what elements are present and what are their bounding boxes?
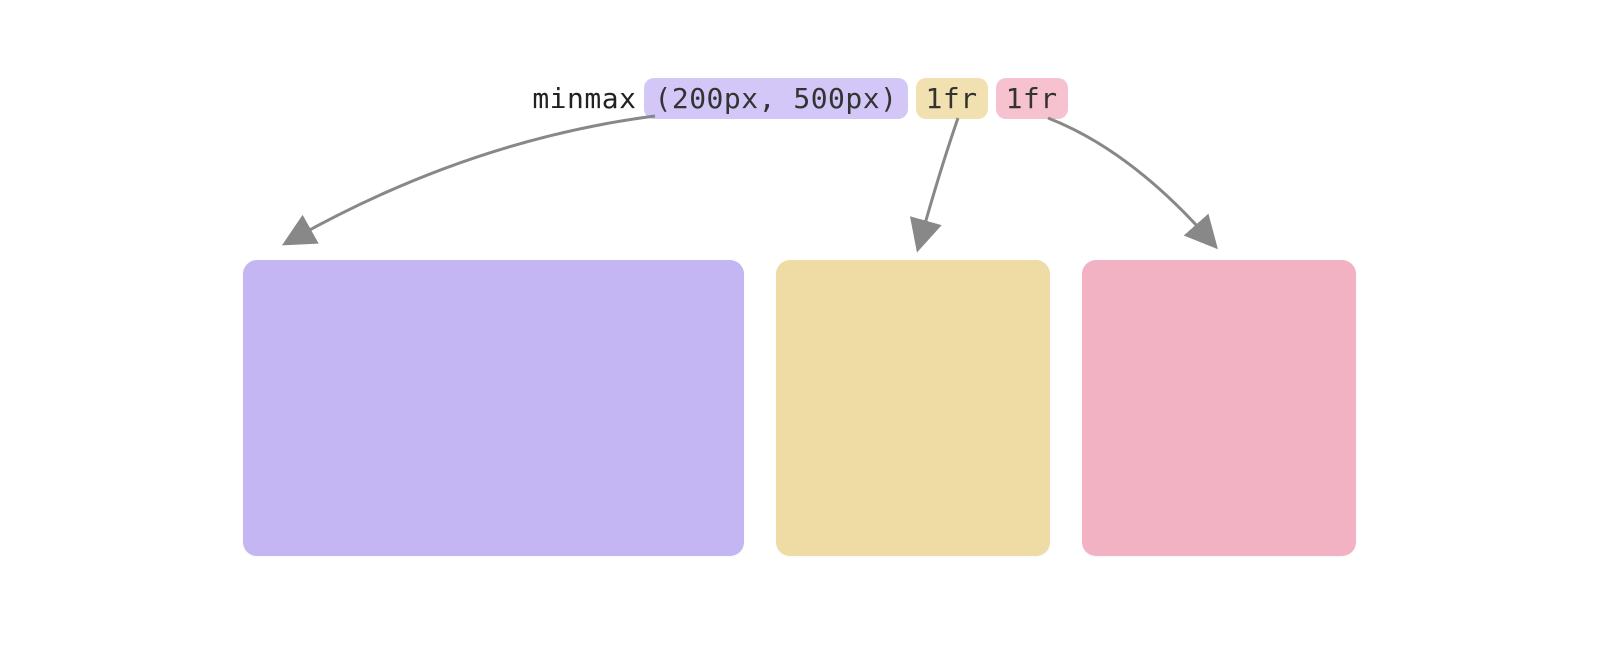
column-minmax-box (243, 260, 744, 556)
column-1fr-first-box (776, 260, 1050, 556)
code-token-1fr-second: 1fr (996, 78, 1068, 119)
code-function-name: minmax (532, 82, 636, 115)
arrow-pink (1048, 118, 1208, 238)
code-token-1fr-first: 1fr (916, 78, 988, 119)
grid-template-code: minmax(200px, 500px) 1fr 1fr (0, 78, 1600, 119)
code-token-minmax-args: (200px, 500px) (644, 78, 907, 119)
arrow-yellow (921, 118, 958, 238)
arrow-purple (295, 116, 655, 238)
grid-columns-visual (243, 260, 1356, 556)
column-1fr-second-box (1082, 260, 1356, 556)
